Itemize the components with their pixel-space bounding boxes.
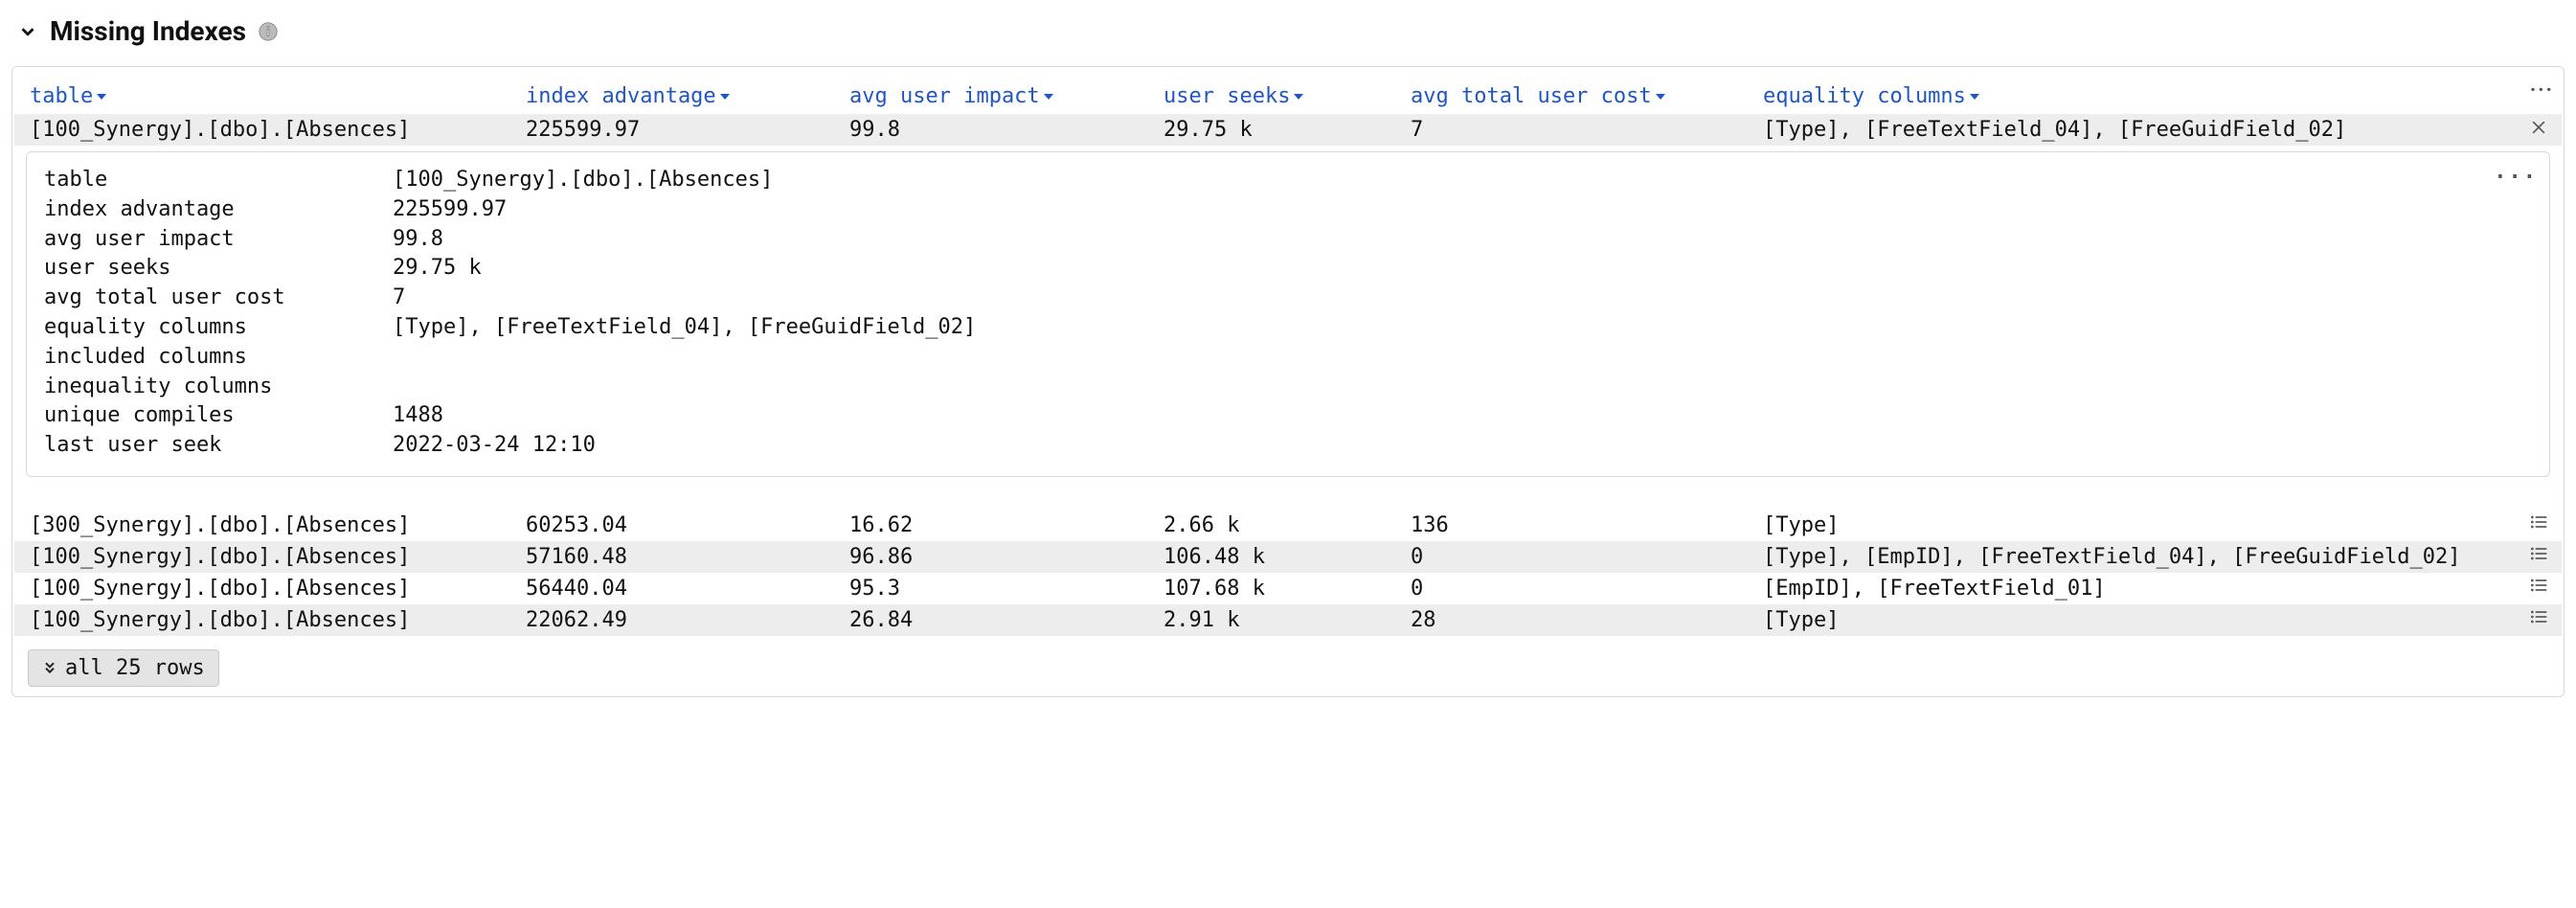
list-icon (2529, 576, 2548, 595)
cell-avg-user-impact: 96.86 (849, 545, 1156, 569)
table-row[interactable]: [300_Synergy].[dbo].[Absences] 60253.04 16… (14, 510, 2562, 541)
cell-equality-columns: [Type], [EmpID], [FreeTextField_04], [Fr… (1763, 545, 2546, 569)
detail-kv-row: table[100_Synergy].[dbo].[Absences] (44, 166, 2532, 195)
list-icon (2529, 544, 2548, 563)
detail-value: 29.75 k (393, 254, 2532, 284)
detail-key: avg total user cost (44, 284, 389, 313)
detail-value: 1488 (393, 401, 2532, 431)
detail-kv-row: avg user impact99.8 (44, 225, 2532, 255)
caret-down-icon (1044, 92, 1053, 102)
cell-avg-user-impact: 16.62 (849, 513, 1156, 537)
cell-avg-total-user-cost: 28 (1411, 608, 1755, 632)
cell-avg-total-user-cost: 0 (1411, 545, 1755, 569)
caret-down-icon (1656, 92, 1665, 102)
detail-kv-row: avg total user cost7 (44, 284, 2532, 313)
cell-avg-total-user-cost: 136 (1411, 513, 1755, 537)
collapse-chevron-icon[interactable] (17, 21, 38, 42)
detail-value: 2022-03-24 12:10 (393, 431, 2532, 461)
cell-table: [100_Synergy].[dbo].[Absences] (30, 545, 518, 569)
table-row-selected[interactable]: [100_Synergy].[dbo].[Absences] 225599.97… (14, 114, 2562, 146)
cell-equality-columns: [Type], [FreeTextField_04], [FreeGuidFie… (1763, 118, 2546, 142)
cell-avg-total-user-cost: 0 (1411, 577, 1755, 601)
detail-value (393, 373, 2532, 402)
row-detail-panel: ... table[100_Synergy].[dbo].[Absences]i… (26, 151, 2550, 477)
double-chevron-down-icon (42, 660, 57, 675)
detail-key: last user seek (44, 431, 389, 461)
detail-value (393, 343, 2532, 373)
detail-value: 225599.97 (393, 195, 2532, 225)
cell-equality-columns: [Type] (1763, 513, 2546, 537)
cell-index-advantage: 56440.04 (526, 577, 842, 601)
detail-kv-row: inequality columns (44, 373, 2532, 402)
detail-key: inequality columns (44, 373, 389, 402)
caret-down-icon (1970, 92, 1979, 102)
list-icon (2529, 512, 2548, 532)
column-header-user-seeks[interactable]: user seeks (1164, 84, 1403, 108)
detail-key: table (44, 166, 389, 195)
expand-row-button[interactable] (2529, 607, 2548, 632)
footer-label: all 25 rows (65, 656, 205, 680)
cell-table: [100_Synergy].[dbo].[Absences] (30, 577, 518, 601)
column-header-index-advantage[interactable]: index advantage (526, 84, 842, 108)
detail-key: avg user impact (44, 225, 389, 255)
detail-kv-row: equality columns[Type], [FreeTextField_0… (44, 313, 2532, 343)
missing-indexes-panel: ... table index advantage avg user impac… (11, 66, 2565, 697)
cell-table: [100_Synergy].[dbo].[Absences] (30, 118, 518, 142)
detail-key: user seeks (44, 254, 389, 284)
column-header-avg-total-user-cost[interactable]: avg total user cost (1411, 84, 1755, 108)
detail-kv-row: included columns (44, 343, 2532, 373)
table-header: table index advantage avg user impact us… (14, 67, 2562, 114)
table-row[interactable]: [100_Synergy].[dbo].[Absences] 57160.48 96… (14, 541, 2562, 573)
list-icon (2529, 607, 2548, 626)
cell-index-advantage: 22062.49 (526, 608, 842, 632)
cell-avg-total-user-cost: 7 (1411, 118, 1755, 142)
cell-user-seeks: 107.68 k (1164, 577, 1403, 601)
cell-equality-columns: [EmpID], [FreeTextField_01] (1763, 577, 2546, 601)
detail-key: included columns (44, 343, 389, 373)
detail-kv-row: user seeks29.75 k (44, 254, 2532, 284)
detail-key: index advantage (44, 195, 389, 225)
caret-down-icon (97, 92, 106, 102)
cell-user-seeks: 2.91 k (1164, 608, 1403, 632)
cell-avg-user-impact: 95.3 (849, 577, 1156, 601)
expand-row-button[interactable] (2529, 576, 2548, 601)
info-icon[interactable] (258, 21, 279, 42)
cell-table: [100_Synergy].[dbo].[Absences] (30, 608, 518, 632)
cell-user-seeks: 2.66 k (1164, 513, 1403, 537)
cell-avg-user-impact: 99.8 (849, 118, 1156, 142)
detail-menu-icon[interactable]: ... (2494, 160, 2538, 184)
caret-down-icon (1294, 92, 1303, 102)
cell-table: [300_Synergy].[dbo].[Absences] (30, 513, 518, 537)
column-header-equality-columns[interactable]: equality columns (1763, 84, 2546, 108)
detail-kv-row: unique compiles1488 (44, 401, 2532, 431)
cell-user-seeks: 29.75 k (1164, 118, 1403, 142)
close-row-button[interactable] (2529, 118, 2548, 143)
panel-menu-icon[interactable]: ... (2530, 73, 2554, 97)
cell-avg-user-impact: 26.84 (849, 608, 1156, 632)
cell-index-advantage: 57160.48 (526, 545, 842, 569)
cell-index-advantage: 60253.04 (526, 513, 842, 537)
detail-value: 99.8 (393, 225, 2532, 255)
detail-key: unique compiles (44, 401, 389, 431)
show-all-rows-button[interactable]: all 25 rows (28, 649, 219, 687)
detail-value: [Type], [FreeTextField_04], [FreeGuidFie… (393, 313, 2532, 343)
detail-kv-row: last user seek2022-03-24 12:10 (44, 431, 2532, 461)
table-row[interactable]: [100_Synergy].[dbo].[Absences] 56440.04 95… (14, 573, 2562, 604)
caret-down-icon (720, 92, 730, 102)
cell-user-seeks: 106.48 k (1164, 545, 1403, 569)
column-header-table[interactable]: table (30, 84, 518, 108)
detail-value: [100_Synergy].[dbo].[Absences] (393, 166, 2532, 195)
expand-row-button[interactable] (2529, 544, 2548, 569)
section-title: Missing Indexes (50, 15, 246, 47)
detail-key: equality columns (44, 313, 389, 343)
detail-kv-row: index advantage225599.97 (44, 195, 2532, 225)
table-row[interactable]: [100_Synergy].[dbo].[Absences] 22062.49 26… (14, 604, 2562, 636)
cell-index-advantage: 225599.97 (526, 118, 842, 142)
detail-value: 7 (393, 284, 2532, 313)
cell-equality-columns: [Type] (1763, 608, 2546, 632)
expand-row-button[interactable] (2529, 512, 2548, 537)
column-header-avg-user-impact[interactable]: avg user impact (849, 84, 1156, 108)
close-icon (2529, 118, 2548, 137)
